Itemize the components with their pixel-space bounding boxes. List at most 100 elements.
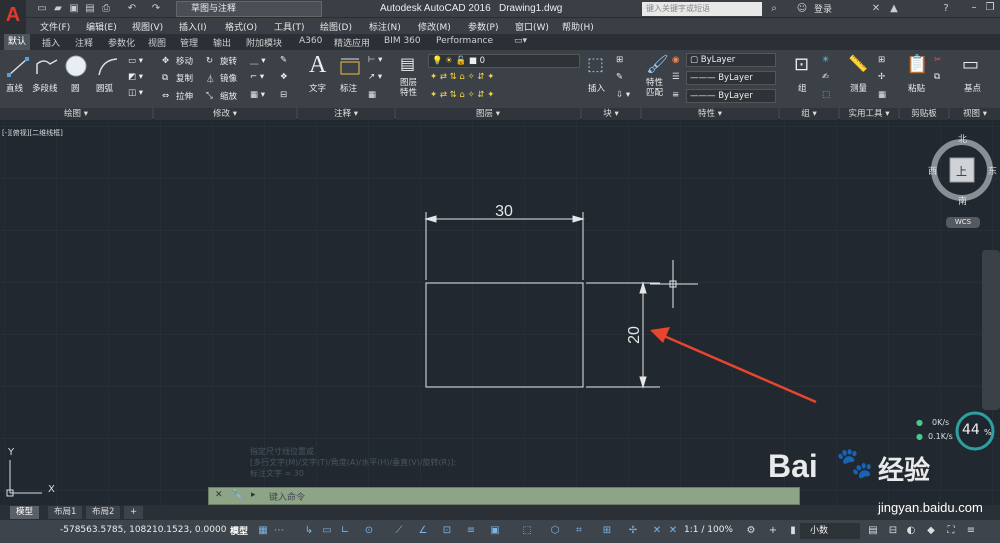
groups-panel-title[interactable]: 组 ▾	[780, 108, 838, 120]
menu-draw[interactable]: 绘图(D)	[320, 20, 352, 33]
dynamic-input-icon[interactable]: ▭	[320, 524, 334, 538]
table-icon[interactable]: ▦	[368, 90, 376, 100]
utilities-panel-title[interactable]: 实用工具 ▾	[840, 108, 898, 120]
boundary-icon[interactable]: ◫ ▾	[128, 88, 143, 98]
menu-tools[interactable]: 工具(T)	[274, 20, 305, 33]
group-edit-icon[interactable]: ✍	[822, 72, 829, 82]
menu-help[interactable]: 帮助(H)	[562, 20, 594, 33]
3d-osnap-icon[interactable]: ⬡	[548, 524, 562, 538]
command-line[interactable]: ✕ 🔧 ▸ 键入命令	[208, 487, 800, 505]
annotation-scale[interactable]: 1:1 / 100%	[684, 525, 733, 535]
array-icon[interactable]: ▦ ▾	[250, 90, 265, 100]
menu-insert[interactable]: 插入(I)	[179, 20, 207, 33]
tab-layout2[interactable]: 布局2	[86, 506, 121, 519]
erase-icon[interactable]: ✎	[280, 55, 287, 65]
move-button[interactable]: ✥ 移动	[162, 55, 193, 67]
match-properties-button[interactable]: 特性 匹配	[646, 78, 663, 98]
ribbon-toggle-icon[interactable]: ▭▾	[514, 36, 527, 46]
layers-panel-title[interactable]: 图层 ▾	[396, 108, 580, 120]
properties-panel-title[interactable]: 特性 ▾	[642, 108, 778, 120]
transparency-icon[interactable]: ▣	[488, 524, 502, 538]
command-prompt-icon[interactable]: ▸	[251, 490, 256, 500]
edit-block-icon[interactable]: ✎	[616, 72, 623, 82]
base-button[interactable]: 基点	[964, 82, 981, 94]
cut-icon[interactable]: ✂	[934, 55, 941, 65]
restore-icon[interactable]: ❐	[982, 1, 998, 16]
tab-addins[interactable]: 附加模块	[246, 36, 282, 49]
osnap-icon[interactable]: ⊡	[440, 524, 454, 538]
view-panel-title[interactable]: 视图 ▾	[950, 108, 1000, 120]
tab-featured-apps[interactable]: 精选应用	[334, 36, 370, 49]
line-button[interactable]: 直线	[6, 82, 23, 94]
viewcube-north[interactable]: 北	[958, 132, 967, 145]
modify-panel-title[interactable]: 修改 ▾	[154, 108, 296, 120]
open-folder-icon[interactable]: ▰	[52, 3, 64, 15]
polyline-icon[interactable]	[34, 56, 60, 78]
insert-block-icon[interactable]: ⬚	[587, 54, 604, 75]
copy-clip-icon[interactable]: ⧉	[934, 72, 940, 82]
calculator-icon[interactable]: ▦	[878, 90, 886, 100]
explode-icon[interactable]: ❖	[280, 72, 288, 82]
model-space-button[interactable]: 模型	[230, 524, 248, 537]
minimize-icon[interactable]: –	[966, 1, 982, 16]
group-icon[interactable]: ⊡	[794, 54, 809, 75]
text-button[interactable]: 文字	[309, 82, 326, 94]
infer-icon[interactable]: ↳	[302, 524, 316, 538]
draw-panel-title[interactable]: 绘图 ▾	[0, 108, 152, 120]
line-icon[interactable]	[6, 56, 30, 78]
lineweight-toggle-icon[interactable]: ≡	[464, 524, 478, 538]
login-button[interactable]: 登录	[814, 2, 832, 15]
layer-dropdown[interactable]: 💡 ☀ 🔓 ■ 0	[428, 54, 580, 68]
gear-icon[interactable]: ⚙	[744, 524, 758, 538]
user-icon[interactable]: ☺	[796, 3, 808, 15]
measure-button[interactable]: 测量	[850, 82, 867, 94]
close-icon[interactable]: ✕	[215, 490, 223, 500]
menu-window[interactable]: 窗口(W)	[515, 20, 549, 33]
snap-icon[interactable]: ⋯	[272, 524, 286, 538]
viewcube-south[interactable]: 南	[958, 194, 967, 207]
layer-tools-row1-icon[interactable]: ✦ ⇄ ⇅ ⌂ ✧ ⇵ ✦	[430, 72, 494, 82]
dynamic-ucs-icon[interactable]: ⌗	[572, 524, 586, 538]
annotation-panel-title[interactable]: 注释 ▾	[298, 108, 394, 120]
polyline-button[interactable]: 多段线	[32, 82, 58, 94]
add-layout-icon[interactable]: +	[124, 506, 144, 519]
dimension-button[interactable]: 标注	[340, 82, 357, 94]
paste-button[interactable]: 粘贴	[908, 82, 925, 94]
tab-view[interactable]: 视图	[148, 36, 166, 49]
command-input[interactable]: 键入命令	[269, 490, 305, 503]
wcs-menu[interactable]: WCS	[946, 217, 980, 228]
tab-performance[interactable]: Performance	[436, 36, 493, 46]
linear-dim-icon[interactable]: ⊢ ▾	[368, 55, 382, 65]
trim-icon[interactable]: ⸏ ▾	[250, 55, 265, 66]
new-file-icon[interactable]: ▭	[36, 3, 48, 15]
wrench-icon[interactable]: 🔧	[231, 490, 242, 500]
print-icon[interactable]: ⎙	[100, 3, 112, 15]
redo-icon[interactable]: ↷	[150, 3, 162, 15]
lineweight-dropdown[interactable]: ——— ByLayer	[686, 89, 776, 103]
coordinates-readout[interactable]: -578563.5785, 108210.1523, 0.0000	[60, 525, 226, 535]
polar-icon[interactable]: ⊙	[362, 524, 376, 538]
leader-icon[interactable]: ↗ ▾	[368, 72, 382, 82]
insert-button[interactable]: 插入	[588, 82, 605, 94]
measure-icon[interactable]: 📏	[848, 54, 868, 73]
arc-button[interactable]: 圆弧	[96, 82, 113, 94]
circle-button[interactable]: 圆	[71, 82, 80, 94]
ortho-icon[interactable]: ∟	[338, 524, 352, 538]
block-panel-title[interactable]: 块 ▾	[582, 108, 640, 120]
create-block-icon[interactable]: ⊞	[616, 55, 623, 65]
object-track-icon[interactable]: ∠	[416, 524, 430, 538]
menu-parametric[interactable]: 参数(P)	[468, 20, 498, 33]
circle-icon[interactable]	[64, 54, 88, 78]
search-input[interactable]: 键入关键字或短语	[642, 2, 762, 16]
tab-layout1[interactable]: 布局1	[48, 506, 83, 519]
viewcube-west[interactable]: 西	[928, 164, 937, 177]
tab-a360[interactable]: A360	[299, 36, 322, 46]
rectangle-icon[interactable]: ▭ ▾	[128, 56, 143, 66]
offset-icon[interactable]: ⊟	[280, 90, 287, 100]
copy-button[interactable]: ⧉ 复制	[162, 72, 193, 84]
selection-cycling-icon[interactable]: ⬚	[520, 524, 534, 538]
base-view-icon[interactable]: ▭	[962, 54, 979, 75]
tab-manage[interactable]: 管理	[180, 36, 198, 49]
ungroup-icon[interactable]: ✳	[822, 55, 829, 65]
auto-scale-icon[interactable]: ✕	[666, 524, 680, 538]
